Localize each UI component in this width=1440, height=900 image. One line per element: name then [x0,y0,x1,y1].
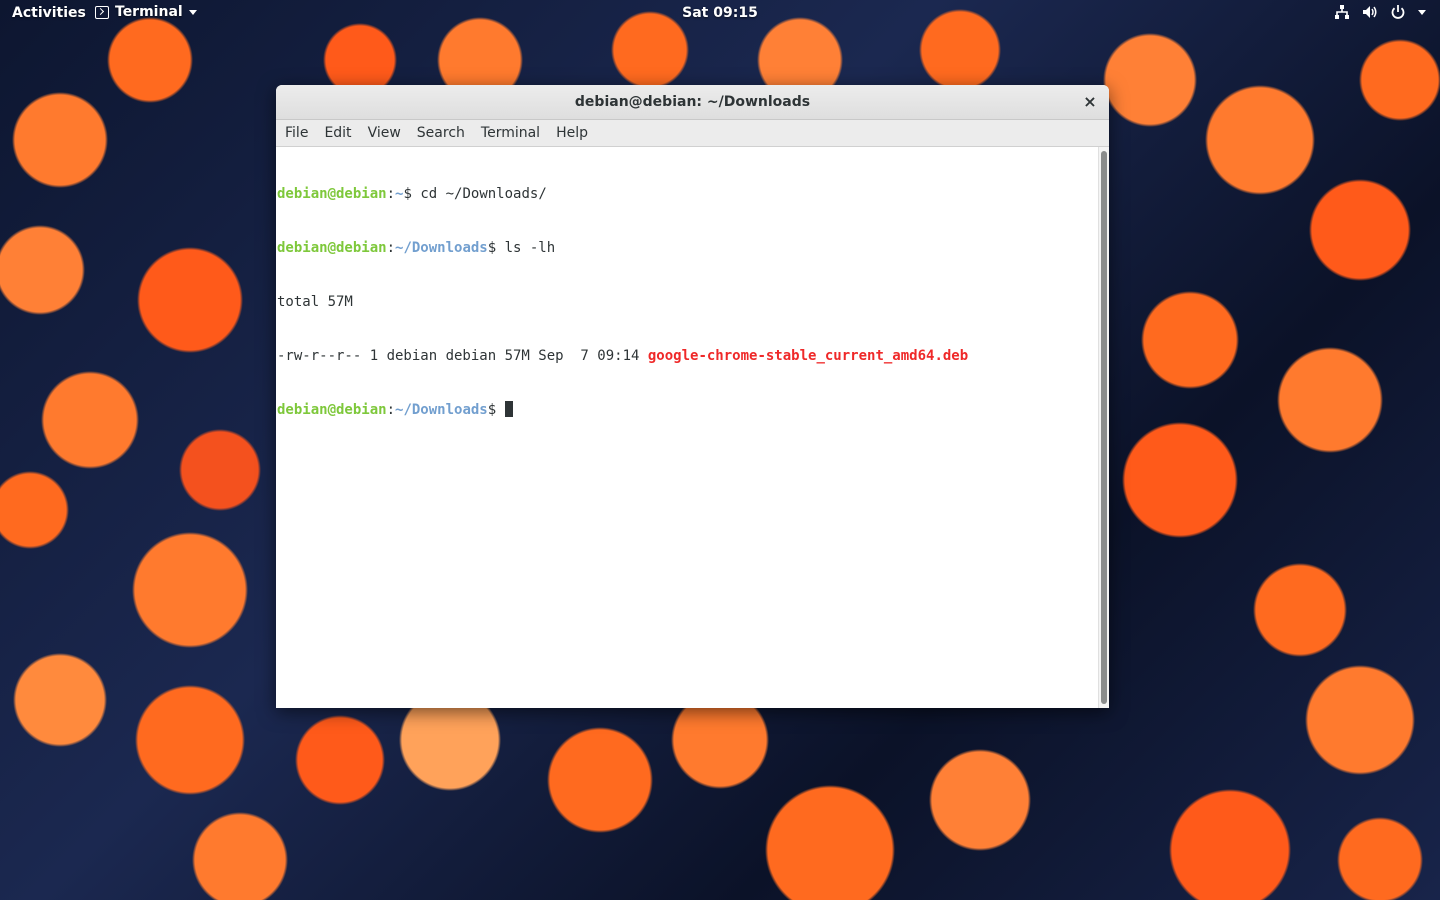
terminal-output[interactable]: debian@debian:~$ cd ~/Downloads/ debian@… [276,147,1098,708]
top-bar: Activities Terminal Sat 09:15 [0,0,1440,27]
prompt-symbol: $ [487,402,505,418]
window-titlebar[interactable]: debian@debian: ~/Downloads × [276,85,1109,120]
output-text: -rw-r--r-- 1 debian debian 57M Sep 7 09:… [277,348,648,364]
power-icon [1390,4,1406,20]
command-text: ls -lh [504,240,556,256]
menu-bar: File Edit View Search Terminal Help [276,120,1109,147]
menu-edit[interactable]: Edit [316,125,359,141]
prompt-separator: : [386,186,396,202]
scrollbar-thumb[interactable] [1101,151,1107,704]
network-icon [1334,4,1350,20]
terminal-line: debian@debian:~/Downloads$ [277,401,1098,419]
window-title: debian@debian: ~/Downloads [574,94,811,110]
deb-filename: google-chrome-stable_current_amd64.deb [647,348,969,364]
prompt-symbol: $ [487,240,505,256]
terminal-line: -rw-r--r-- 1 debian debian 57M Sep 7 09:… [277,347,1098,365]
system-status-menu[interactable] [1334,4,1426,20]
command-text: cd ~/Downloads/ [420,186,547,202]
prompt-path: ~/Downloads [395,402,488,418]
prompt-symbol: $ [403,186,421,202]
terminal-line: debian@debian:~/Downloads$ ls -lh [277,239,1098,257]
prompt-user: debian@debian [277,240,387,256]
prompt-separator: : [386,402,396,418]
prompt-user: debian@debian [277,186,387,202]
menu-terminal[interactable]: Terminal [473,125,548,141]
app-menu[interactable]: Terminal [95,4,197,20]
menu-file[interactable]: File [277,125,316,141]
prompt-user: debian@debian [277,402,387,418]
volume-icon [1362,4,1378,20]
output-text: total 57M [277,294,353,310]
text-cursor [504,401,513,417]
app-menu-label: Terminal [115,4,183,20]
terminal-app-icon [95,5,109,19]
chevron-down-icon [1418,9,1426,15]
prompt-separator: : [386,240,396,256]
terminal-line: debian@debian:~$ cd ~/Downloads/ [277,185,1098,203]
activities-button[interactable]: Activities [12,5,86,21]
vertical-scrollbar[interactable] [1098,147,1109,708]
menu-view[interactable]: View [360,125,409,141]
terminal-window: debian@debian: ~/Downloads × File Edit V… [276,85,1109,708]
prompt-path: ~/Downloads [395,240,488,256]
close-icon[interactable]: × [1081,93,1099,111]
menu-help[interactable]: Help [548,125,596,141]
clock[interactable]: Sat 09:15 [660,5,780,21]
chevron-down-icon [188,9,197,15]
terminal-line: total 57M [277,293,1098,311]
menu-search[interactable]: Search [409,125,473,141]
